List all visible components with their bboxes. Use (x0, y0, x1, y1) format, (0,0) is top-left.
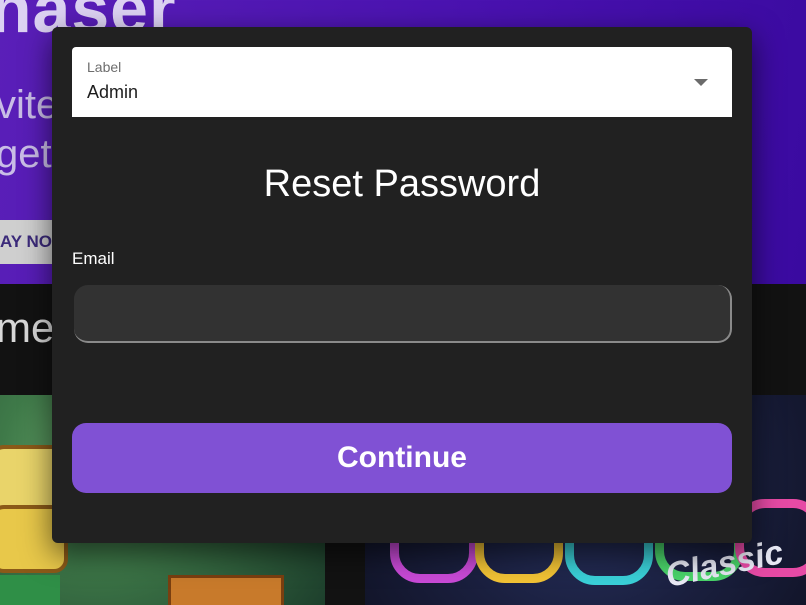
hero-subtitle-line-1: vite (0, 83, 59, 127)
email-label: Email (72, 249, 115, 268)
role-select-label: Label (87, 59, 122, 75)
hero-subtitle-line-2: get (0, 132, 52, 176)
dialog-title: Reset Password (263, 163, 541, 205)
reset-password-dialog: Label Admin Reset Password Email Continu… (52, 27, 752, 543)
thumbnail-art (0, 575, 60, 605)
thumbnail-art (168, 575, 284, 605)
email-field[interactable] (74, 285, 732, 343)
role-select[interactable]: Label Admin (72, 47, 732, 117)
chevron-down-icon[interactable] (694, 79, 708, 86)
role-select-value: Admin (87, 82, 139, 102)
continue-button[interactable]: Continue (72, 423, 732, 493)
